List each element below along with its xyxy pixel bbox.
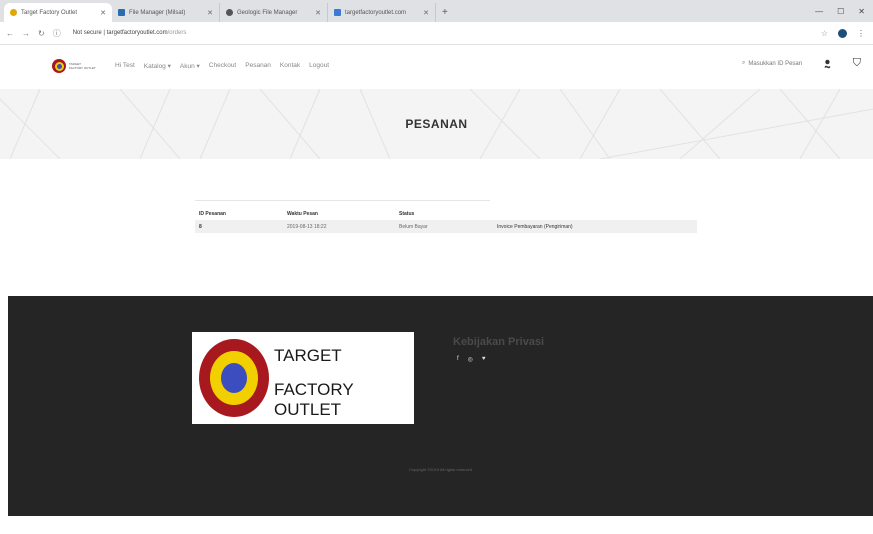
- footer-brand-line2: FACTORY OUTLET: [274, 380, 354, 419]
- col-header-id: ID Pesanan: [199, 211, 226, 217]
- site-header: TARGET FACTORY OUTLET Hi Test Katalog ▾ …: [0, 45, 873, 89]
- tab-label: Target Factory Outlet: [21, 9, 78, 16]
- url-path: /orders: [167, 30, 187, 36]
- nav-item-pesanan[interactable]: Pesanan: [245, 62, 271, 70]
- page-title: PESANAN: [405, 117, 468, 131]
- profile-avatar-icon[interactable]: [838, 29, 847, 38]
- favicon-icon: [334, 9, 341, 16]
- close-icon[interactable]: ✕: [100, 9, 106, 17]
- close-icon[interactable]: ✕: [315, 9, 321, 17]
- favicon-icon: [226, 9, 233, 16]
- tab-label: Geologic File Manager: [237, 9, 298, 16]
- url-host: Not secure | targetfactoryoutlet.com: [72, 30, 168, 36]
- page-hero-banner: PESANAN: [0, 89, 873, 159]
- copyright-text: Copyright ©2019 All rights reserved: [409, 467, 472, 472]
- close-window-icon[interactable]: ✕: [858, 7, 865, 16]
- cart-bag-icon[interactable]: ⛉: [853, 57, 861, 70]
- col-header-status: Status: [399, 211, 415, 217]
- close-icon[interactable]: ✕: [207, 9, 213, 17]
- browser-tab-active[interactable]: Target Factory Outlet ✕: [4, 3, 112, 22]
- social-links: f ◎ ♥: [457, 356, 485, 363]
- page-info-icon[interactable]: ⓘ: [53, 28, 61, 39]
- main-nav: Hi Test Katalog ▾ Akun ▾ Checkout Pesana…: [115, 62, 329, 70]
- site-logo[interactable]: TARGET FACTORY OUTLET: [52, 59, 96, 73]
- close-icon[interactable]: ✕: [423, 9, 429, 17]
- back-icon[interactable]: ←: [6, 29, 14, 38]
- tab-label: File Manager (Milsat): [129, 9, 186, 16]
- browser-tab[interactable]: Geologic File Manager ✕: [220, 3, 328, 22]
- logo-text-line2: FACTORY OUTLET: [69, 66, 96, 70]
- privacy-policy-link[interactable]: Kebijakan Privasi: [453, 336, 544, 348]
- minimize-icon[interactable]: —: [815, 7, 823, 16]
- browser-tab-strip: Target Factory Outlet ✕ File Manager (Mi…: [0, 0, 873, 22]
- url-field[interactable]: Not secure | targetfactoryoutlet.com/ord…: [73, 30, 187, 36]
- facebook-icon[interactable]: f: [457, 356, 459, 363]
- col-header-time: Waktu Pesan: [287, 211, 318, 217]
- invoice-link[interactable]: Invoice Pembayaran (Pengiriman): [493, 220, 697, 233]
- table-header-row: ID Pesanan Waktu Pesan Status: [195, 208, 697, 220]
- footer-brand-line1: TARGET: [274, 346, 342, 365]
- target-logo-icon: [199, 339, 269, 417]
- window-controls: — ☐ ✕: [815, 0, 873, 22]
- instagram-icon[interactable]: ◎: [468, 356, 473, 363]
- nav-item-greeting[interactable]: Hi Test: [115, 62, 135, 70]
- nav-item-katalog[interactable]: Katalog ▾: [144, 62, 171, 70]
- forward-icon[interactable]: →: [22, 29, 30, 38]
- user-icon[interactable]: ꔸ: [824, 57, 831, 70]
- order-id: 8: [195, 220, 283, 233]
- order-search[interactable]: ⌕ Masukkan ID Pesan: [742, 60, 802, 67]
- orders-table: ID Pesanan Waktu Pesan Status 8 2019-08-…: [195, 208, 697, 233]
- address-bar: ← → ↻ ⓘ Not secure | targetfactoryoutlet…: [0, 22, 873, 45]
- twitter-icon[interactable]: ♥: [482, 356, 486, 363]
- maximize-icon[interactable]: ☐: [837, 7, 844, 16]
- nav-item-logout[interactable]: Logout: [309, 62, 329, 70]
- nav-item-checkout[interactable]: Checkout: [209, 62, 236, 70]
- browser-tab[interactable]: targetfactoryoutlet.com ✕: [328, 3, 436, 22]
- target-logo-icon: [52, 59, 66, 73]
- favicon-icon: [10, 9, 17, 16]
- new-tab-button[interactable]: +: [436, 3, 454, 22]
- reload-icon[interactable]: ↻: [38, 29, 45, 38]
- nav-item-kontak[interactable]: Kontak: [280, 62, 300, 70]
- search-icon: ⌕: [742, 60, 746, 66]
- bookmark-star-icon[interactable]: ☆: [821, 29, 828, 38]
- menu-dots-icon[interactable]: ⋮: [857, 29, 865, 38]
- favicon-icon: [118, 9, 125, 16]
- order-time: 2019-08-13 18:22: [283, 220, 395, 233]
- browser-tab[interactable]: File Manager (Milsat) ✕: [112, 3, 220, 22]
- footer-logo: TARGET FACTORY OUTLET: [192, 332, 414, 424]
- page-bottom: [0, 516, 873, 534]
- divider: [195, 200, 490, 201]
- search-input[interactable]: Masukkan ID Pesan: [748, 61, 802, 67]
- table-row: 8 2019-08-13 18:22 Belum Bayar Invoice P…: [195, 220, 697, 233]
- site-footer: TARGET FACTORY OUTLET Kebijakan Privasi …: [8, 296, 873, 516]
- order-status: Belum Bayar: [395, 220, 493, 233]
- tab-label: targetfactoryoutlet.com: [345, 9, 407, 16]
- col-header-action: [493, 208, 697, 220]
- nav-item-akun[interactable]: Akun ▾: [180, 62, 200, 70]
